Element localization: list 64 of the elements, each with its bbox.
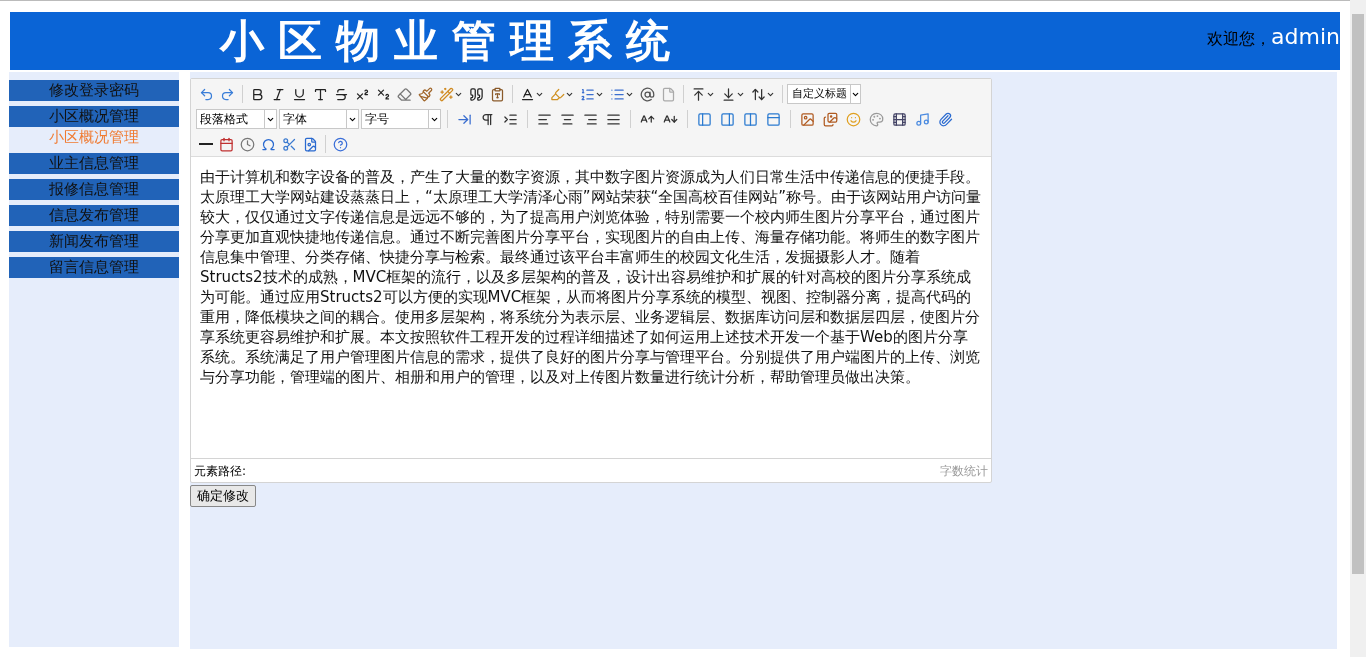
- dropdown-select[interactable]: 字体: [279, 109, 359, 129]
- undo-icon: [199, 86, 214, 102]
- sidebar-item[interactable]: 修改登录密码: [9, 80, 179, 101]
- image-icon: [800, 111, 815, 127]
- element-path-label: 元素路径:: [194, 462, 247, 480]
- submit-button[interactable]: 确定修改: [190, 484, 256, 507]
- strikethrough-icon: [334, 86, 349, 102]
- sidebar-item[interactable]: 留言信息管理: [9, 257, 179, 278]
- italic-icon: [271, 86, 286, 102]
- align-right-icon: [583, 111, 598, 127]
- images-icon: [823, 111, 838, 127]
- palette-icon: [869, 111, 884, 127]
- bullet-list-icon: [610, 86, 625, 102]
- indent-icon: [503, 111, 518, 127]
- highlighter-icon: [550, 86, 565, 102]
- ordered-list-icon: [580, 86, 595, 102]
- redo-icon: [220, 86, 235, 102]
- align-left-icon: [537, 111, 552, 127]
- help-icon: [333, 136, 348, 152]
- omega-icon: [261, 136, 276, 152]
- dropdown-select[interactable]: 段落格式: [196, 109, 277, 129]
- sidebar-item[interactable]: 小区概况管理: [9, 106, 179, 127]
- quote-icon: [469, 86, 484, 102]
- banner-title: 小区物业管理系统: [220, 19, 684, 63]
- line-spacing-icon: [751, 86, 766, 102]
- paperclip-icon: [938, 111, 953, 127]
- clock-icon: [240, 136, 255, 152]
- align-justify-icon: [606, 111, 621, 127]
- word-count: 字数统计: [940, 462, 988, 480]
- film-icon: [892, 111, 907, 127]
- calendar-icon: [219, 136, 234, 152]
- superscript-icon: [355, 86, 370, 102]
- dropdown-select[interactable]: 字号: [361, 109, 441, 129]
- sidebar-item[interactable]: 报修信息管理: [9, 179, 179, 200]
- float-center-icon: [766, 111, 781, 127]
- subscript-icon: [376, 86, 391, 102]
- sidebar-item[interactable]: 信息发布管理: [9, 205, 179, 226]
- sidebar-item[interactable]: 业主信息管理: [9, 153, 179, 174]
- scrollbar[interactable]: [1350, 0, 1366, 657]
- page-icon: [661, 86, 676, 102]
- underline-icon: [292, 86, 307, 102]
- magic-wand-icon: [439, 86, 454, 102]
- float-none-icon: [743, 111, 758, 127]
- word-image-icon: [303, 136, 318, 152]
- spacing-bottom-icon: [721, 86, 736, 102]
- font-color-icon: [520, 86, 535, 102]
- align-center-icon: [560, 111, 575, 127]
- username: admin: [1271, 23, 1340, 51]
- float-left-icon: [697, 111, 712, 127]
- brush-icon: [418, 86, 433, 102]
- paste-text-icon: [490, 86, 505, 102]
- eraser-icon: [397, 86, 412, 102]
- bold-icon: [250, 86, 265, 102]
- heading-select[interactable]: 自定义标题: [787, 84, 861, 104]
- right-to-left-icon: [480, 111, 495, 127]
- welcome-text: 欢迎您，: [1207, 28, 1272, 50]
- spacing-top-icon: [691, 86, 706, 102]
- smiley-icon: [846, 111, 861, 127]
- music-icon: [915, 111, 930, 127]
- horizontal-rule-icon: [199, 143, 213, 145]
- float-right-icon: [720, 111, 735, 127]
- sidebar-subitem[interactable]: 小区概况管理: [9, 127, 179, 148]
- sidebar-item[interactable]: 新闻发布管理: [9, 231, 179, 252]
- editor-content[interactable]: 由于计算机和数字设备的普及，产生了大量的数字资源，其中数字图片资源成为人们日常生活中传递信息的便捷手段。太原理工大学网站建设蒸蒸日上，“太原理工大学清泽心雨”网站荣获“全国高校百佳网站”称号。由于该网站用户访问量较大，仅仅通过文字传递信息是远远不够的，为了提高用户浏览体验，特别需要一个校内师生图片分享平台，通过图片分享更加直观快捷地传递信息。通过不断完善图片分享平台，实现图片的自由上传、海量存储功能。将师生的数字图片信息集中管理、分类存储、快捷分享与检索。最终通过该平台丰富师生的校园文化生活，发掘摄影人才。随着Structs2技术的成熟，MVC框架的流行，以及多层架构的普及，设计出容易维护和扩展的针对高校的图片分享系统成为可能。通过应用Structs2可以方便的实现MVC框架，从而将图片分享系统的模型、视图、控制器分离，提高代码的重用，降低模块之间的耦合。使用多层架构，将系统分为表示层、业务逻辑层、数据库访问层和数据层四层，使图片分享系统更容易维护和扩展。本文按照软件工程开发的过程详细描述了如何运用上述技术开发一个基于Web的图片分享系统。系统满足了用户管理图片信息的需求，提供了良好的图片分享与管理平台。分别提供了用户端图片的上传、浏览与分享功能，管理端的图片、相册和用户的管理，以及对上传图片数量进行统计分析，帮助管理员做出决策。: [191, 157, 991, 458]
